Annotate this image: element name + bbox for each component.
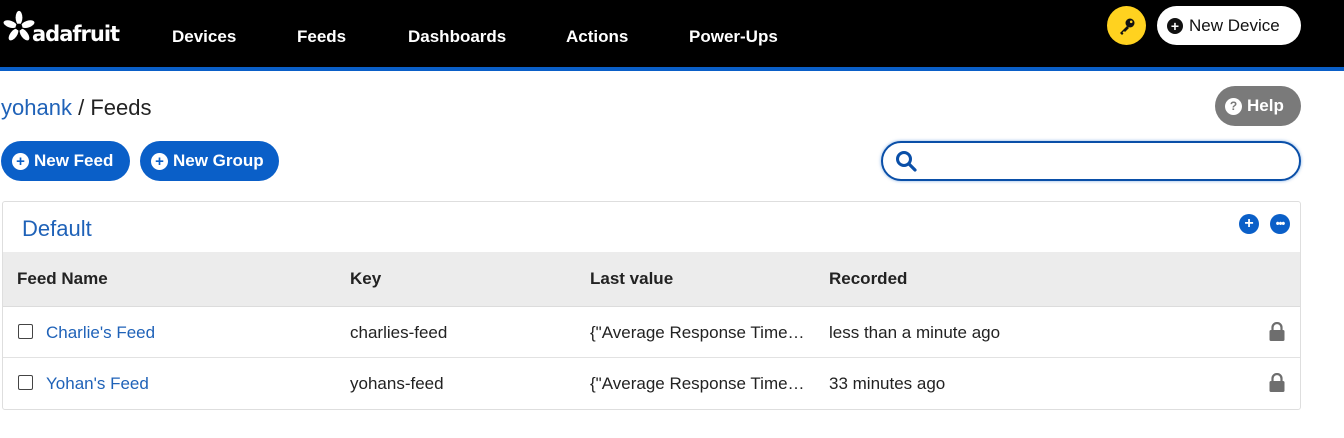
breadcrumb-separator: / bbox=[78, 95, 85, 120]
new-device-label: New Device bbox=[1189, 15, 1280, 35]
plus-circle-icon: + bbox=[12, 152, 29, 170]
adafruit-logo[interactable]: adafruit bbox=[2, 4, 120, 50]
new-feed-label: New Feed bbox=[34, 151, 114, 170]
add-feed-to-group-button[interactable]: + bbox=[1239, 214, 1259, 234]
nav-devices[interactable]: Devices bbox=[172, 27, 236, 47]
lock-icon[interactable] bbox=[1268, 322, 1286, 342]
plus-icon: + bbox=[1244, 215, 1254, 232]
navbar-accent-stripe bbox=[0, 67, 1344, 71]
new-device-button[interactable]: + New Device bbox=[1157, 6, 1301, 45]
lock-icon[interactable] bbox=[1268, 373, 1286, 393]
table-row: Charlie's Feed charlies-feed {"Average R… bbox=[3, 307, 1300, 358]
column-header-feed-name[interactable]: Feed Name bbox=[17, 269, 108, 289]
group-more-button[interactable]: ••• bbox=[1270, 214, 1290, 234]
row-checkbox[interactable] bbox=[18, 324, 33, 339]
page-title: Feeds bbox=[90, 95, 152, 120]
feed-last-value: {"Average Response Time… bbox=[590, 323, 805, 342]
column-header-last-value[interactable]: Last value bbox=[590, 269, 673, 289]
ellipsis-icon: ••• bbox=[1275, 217, 1286, 230]
nav-dashboards[interactable]: Dashboards bbox=[408, 27, 506, 47]
logo-text: adafruit bbox=[32, 22, 120, 46]
feed-group-panel: Default + ••• Feed Name Key Last value R… bbox=[2, 201, 1301, 410]
feed-recorded: less than a minute ago bbox=[829, 323, 1001, 342]
column-header-recorded[interactable]: Recorded bbox=[829, 269, 907, 289]
plus-circle-icon: + bbox=[1167, 17, 1183, 34]
star-logo-icon bbox=[3, 10, 35, 41]
search-box[interactable] bbox=[881, 141, 1301, 181]
top-navbar: adafruit Devices Feeds Dashboards Action… bbox=[0, 0, 1344, 67]
search-input[interactable] bbox=[925, 146, 1299, 176]
group-title[interactable]: Default bbox=[22, 216, 92, 242]
new-group-label: New Group bbox=[173, 151, 264, 170]
feed-key: charlies-feed bbox=[350, 323, 448, 342]
feed-key: yohans-feed bbox=[350, 374, 444, 393]
nav-power-ups[interactable]: Power-Ups bbox=[689, 27, 778, 47]
search-icon bbox=[896, 151, 917, 172]
feed-name-link[interactable]: Charlie's Feed bbox=[46, 323, 155, 343]
breadcrumb: yohank / Feeds bbox=[1, 95, 151, 121]
table-row: Yohan's Feed yohans-feed {"Average Respo… bbox=[3, 358, 1300, 409]
new-group-button[interactable]: + New Group bbox=[140, 141, 279, 181]
nav-feeds[interactable]: Feeds bbox=[297, 27, 346, 47]
breadcrumb-user-link[interactable]: yohank bbox=[1, 95, 72, 120]
row-checkbox[interactable] bbox=[18, 375, 33, 390]
feed-recorded: 33 minutes ago bbox=[829, 374, 946, 393]
key-icon bbox=[1119, 18, 1134, 35]
table-header: Feed Name Key Last value Recorded bbox=[3, 252, 1300, 307]
help-label: Help bbox=[1247, 96, 1284, 115]
nav-actions[interactable]: Actions bbox=[566, 27, 628, 47]
plus-circle-icon: + bbox=[151, 152, 168, 170]
feed-name-link[interactable]: Yohan's Feed bbox=[46, 374, 149, 394]
question-icon: ? bbox=[1225, 97, 1242, 115]
help-button[interactable]: ? Help bbox=[1215, 86, 1301, 126]
feed-last-value: {"Average Response Time… bbox=[590, 374, 805, 393]
api-key-button[interactable] bbox=[1107, 6, 1146, 45]
new-feed-button[interactable]: + New Feed bbox=[1, 141, 130, 181]
column-header-key[interactable]: Key bbox=[350, 269, 381, 289]
